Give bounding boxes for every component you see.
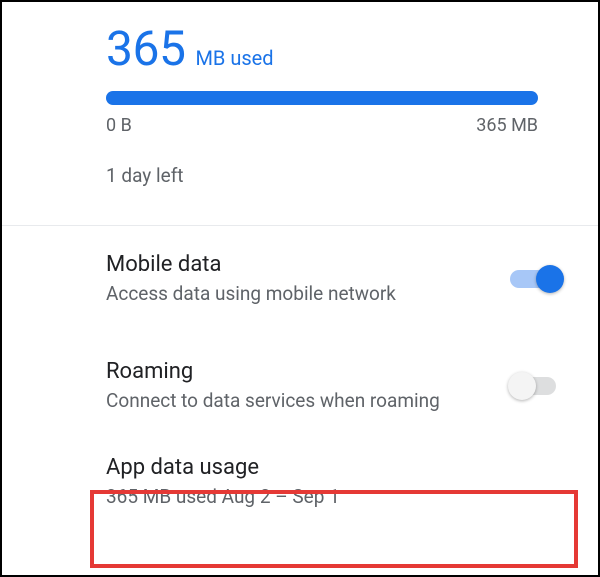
usage-progress-labels: 0 B 365 MB	[106, 115, 538, 136]
mobile-data-row[interactable]: Mobile data Access data using mobile net…	[2, 226, 598, 333]
switch-thumb	[536, 265, 564, 293]
roaming-title: Roaming	[106, 359, 490, 384]
mobile-data-switch[interactable]	[510, 264, 562, 294]
mobile-data-subtitle: Access data using mobile network	[106, 281, 490, 307]
usage-progress-bar	[106, 91, 538, 105]
roaming-row[interactable]: Roaming Connect to data services when ro…	[2, 333, 598, 440]
roaming-text: Roaming Connect to data services when ro…	[106, 359, 510, 414]
roaming-switch[interactable]	[510, 371, 562, 401]
usage-unit-label: MB used	[195, 46, 273, 70]
mobile-data-title: Mobile data	[106, 252, 490, 277]
progress-end-label: 365 MB	[476, 115, 538, 136]
usage-amount: 365	[106, 20, 185, 77]
app-data-usage-row[interactable]: App data usage 365 MB used Aug 2 – Sep 1	[2, 439, 598, 526]
usage-line: 365 MB used	[106, 20, 570, 77]
app-data-usage-title: App data usage	[106, 455, 562, 480]
switch-thumb	[508, 372, 536, 400]
days-left-label: 1 day left	[106, 164, 570, 187]
mobile-data-text: Mobile data Access data using mobile net…	[106, 252, 510, 307]
data-usage-summary: 365 MB used 0 B 365 MB 1 day left	[2, 2, 598, 225]
progress-start-label: 0 B	[106, 115, 132, 136]
roaming-subtitle: Connect to data services when roaming	[106, 388, 490, 414]
app-data-usage-subtitle: 365 MB used Aug 2 – Sep 1	[106, 484, 562, 510]
